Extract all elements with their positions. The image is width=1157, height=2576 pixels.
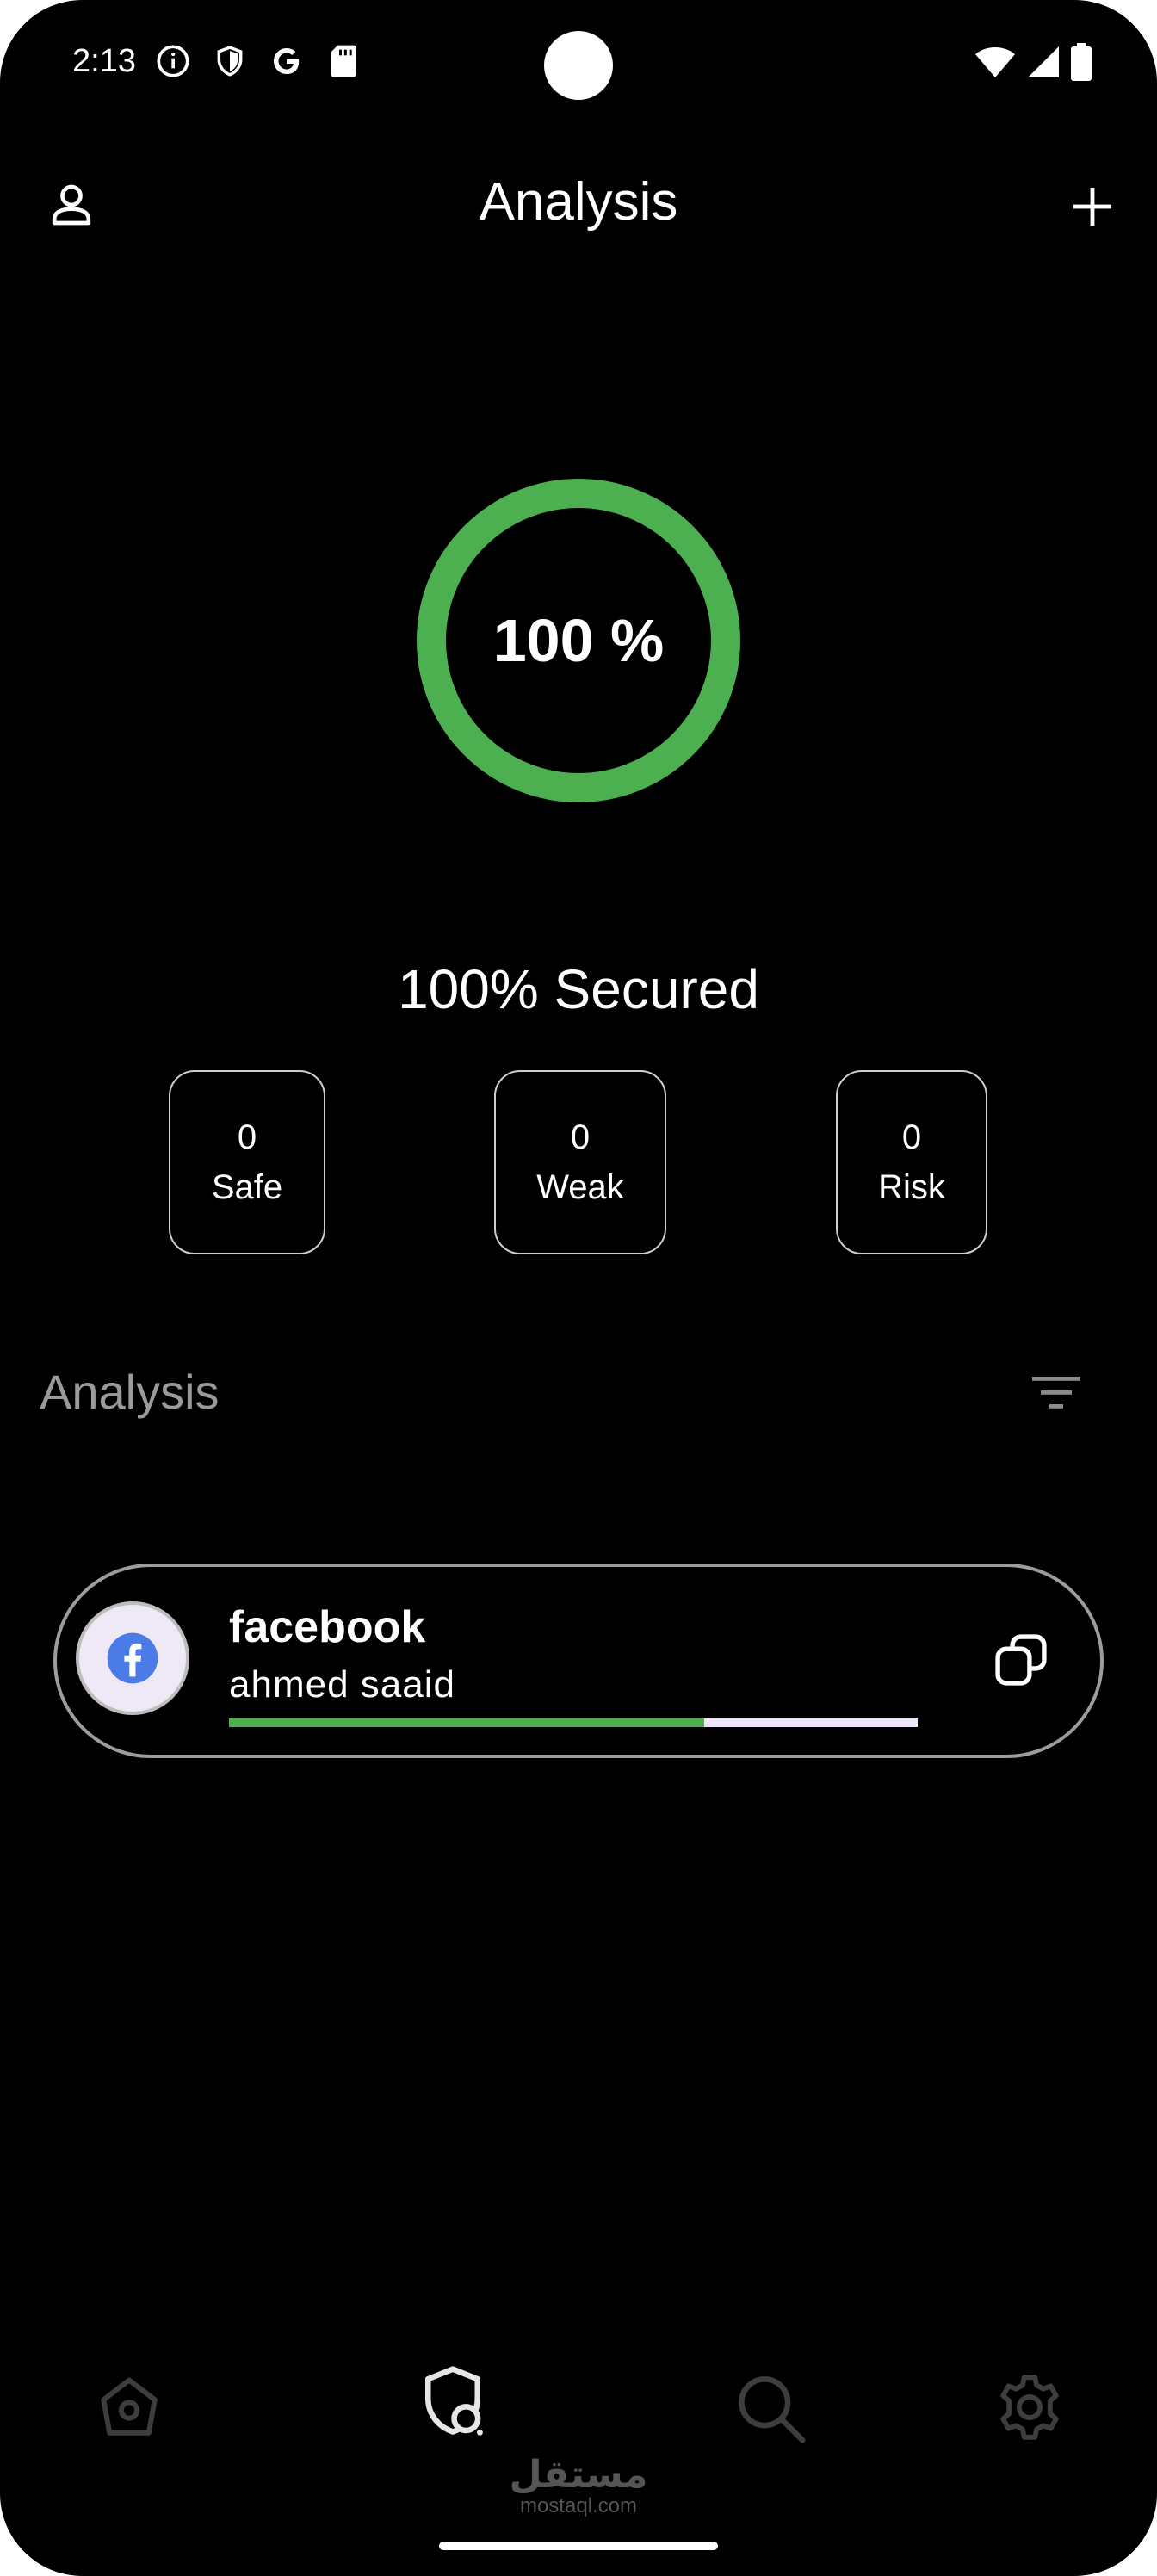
battery-icon — [1071, 43, 1092, 85]
filter-button[interactable] — [1030, 1371, 1083, 1414]
secured-summary: 100% Secured — [398, 958, 759, 1020]
copy-button[interactable] — [988, 1627, 1054, 1693]
wifi-icon — [974, 45, 1016, 84]
account-avatar — [76, 1601, 189, 1715]
copy-icon — [995, 1634, 1047, 1686]
top-app-bar: Analysis — [0, 159, 1157, 245]
stat-label: Safe — [211, 1168, 283, 1206]
stat-card-safe[interactable]: 0 Safe — [169, 1070, 325, 1254]
watermark-site: mostaql.com — [519, 2494, 638, 2517]
nav-search[interactable] — [727, 2364, 813, 2450]
search-icon — [739, 2376, 806, 2443]
status-bar: 2:13 — [0, 0, 1157, 129]
stat-label: Weak — [536, 1168, 624, 1206]
account-username: ahmed saaid — [229, 1663, 455, 1706]
info-icon — [153, 41, 193, 81]
password-strength-bar — [229, 1718, 918, 1727]
account-name: facebook — [229, 1602, 426, 1652]
gauge-value: 100 % — [492, 607, 665, 674]
page-title: Analysis — [479, 172, 678, 232]
account-card[interactable]: facebook ahmed saaid — [53, 1564, 1104, 1758]
plus-icon — [1073, 188, 1111, 226]
stat-count: 0 — [237, 1118, 257, 1156]
analysis-icon — [424, 2366, 483, 2436]
section-title: Analysis — [40, 1365, 220, 1419]
nav-analysis[interactable] — [410, 2359, 496, 2445]
status-icons-left — [153, 41, 363, 81]
stat-label: Risk — [878, 1168, 945, 1206]
status-icons-right — [974, 43, 1092, 85]
home-indicator[interactable] — [439, 2542, 718, 2550]
google-icon — [267, 41, 306, 81]
nav-settings[interactable] — [987, 2364, 1073, 2450]
security-gauge: 100 % — [417, 479, 740, 802]
add-button[interactable] — [1062, 176, 1123, 237]
password-strength-fill — [229, 1718, 704, 1727]
stat-card-risk[interactable]: 0 Risk — [836, 1070, 987, 1254]
signal-icon — [1026, 45, 1061, 84]
watermark: مستقل mostaql.com — [0, 2455, 1157, 2517]
watermark-arabic: مستقل — [509, 2454, 648, 2496]
front-camera — [544, 31, 613, 100]
home-icon — [101, 2377, 158, 2436]
phone-screen: 2:13 Analysis 100 % 100% Secured 0 Safe … — [0, 0, 1157, 2576]
stat-count: 0 — [570, 1118, 591, 1156]
shield-icon — [210, 41, 250, 81]
stat-count: 0 — [901, 1118, 922, 1156]
sd-card-icon — [324, 41, 363, 81]
filter-icon — [1032, 1377, 1080, 1409]
status-time: 2:13 — [72, 43, 136, 79]
nav-home[interactable] — [86, 2364, 172, 2450]
settings-icon — [1000, 2375, 1059, 2440]
stat-card-weak[interactable]: 0 Weak — [494, 1070, 666, 1254]
facebook-icon — [107, 1632, 158, 1684]
